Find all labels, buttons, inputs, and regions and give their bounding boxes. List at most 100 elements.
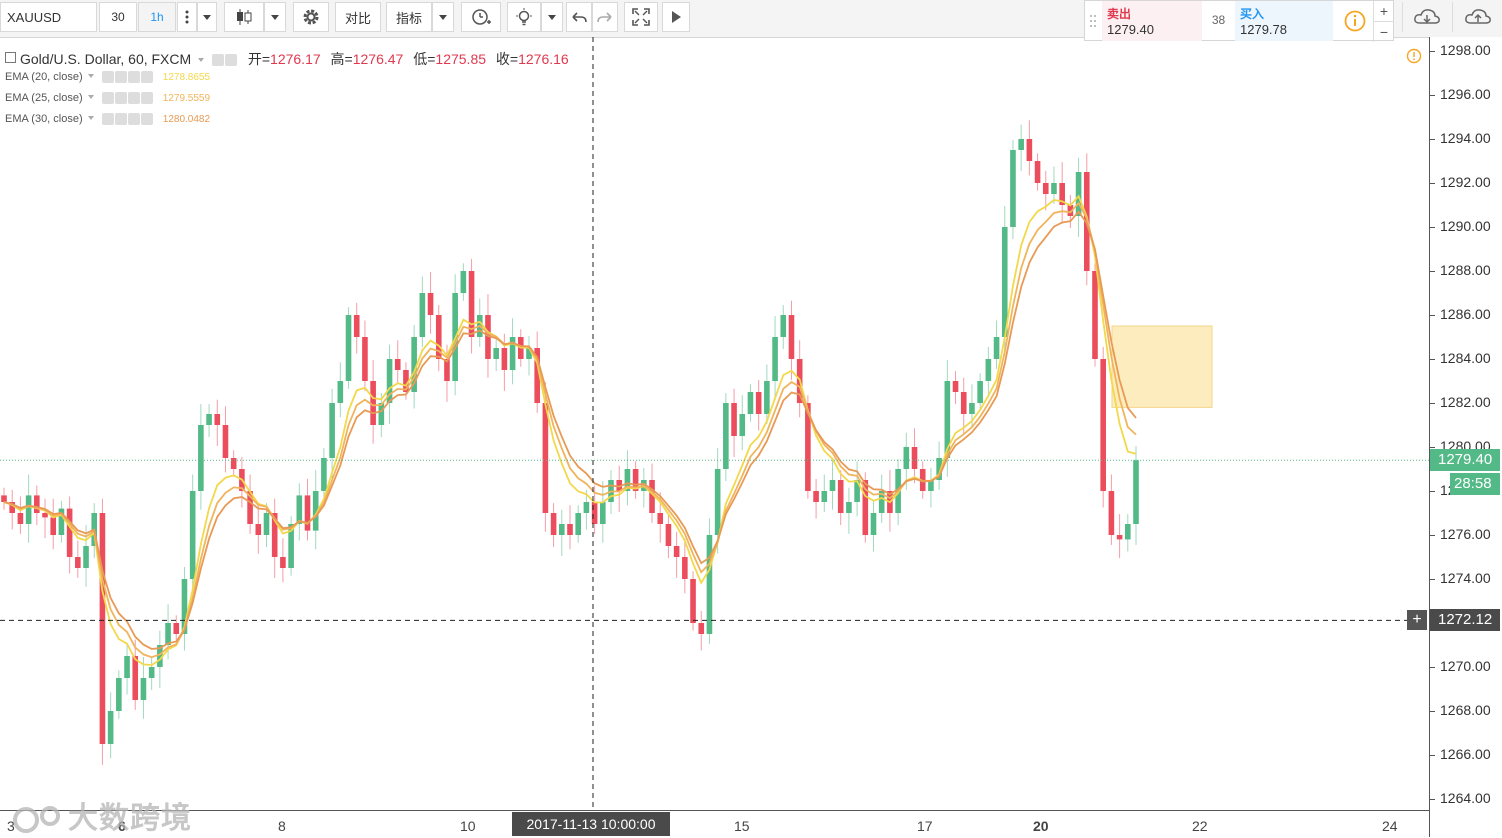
candle-body: [214, 414, 221, 425]
watermark: 大数跨境: [10, 793, 192, 838]
close-icon[interactable]: [140, 113, 153, 126]
candle-body: [739, 414, 746, 436]
replay-button[interactable]: [662, 2, 690, 32]
open-label: 开=: [247, 51, 271, 67]
candle-body: [952, 381, 959, 392]
indicator-value: 1279.5559: [162, 93, 211, 104]
candle-body: [66, 508, 73, 557]
gear-icon: [303, 9, 319, 25]
cloud-load-button[interactable]: [1402, 2, 1450, 32]
trade-panel: 卖出 1279.40 38 买入 1279.78 + −: [1084, 0, 1394, 42]
chevron-down-icon: [203, 14, 211, 20]
interval-input[interactable]: 30: [99, 2, 137, 32]
gear-icon[interactable]: [114, 71, 127, 84]
watermark-text: 大数跨境: [68, 801, 192, 836]
warning-icon[interactable]: [1406, 48, 1422, 64]
candle-body: [17, 513, 24, 524]
candle-body: [132, 656, 139, 700]
candle-body: [837, 480, 844, 513]
play-icon: [672, 11, 681, 23]
candle-body: [583, 502, 590, 513]
settings-button[interactable]: [293, 2, 329, 32]
chart-style-button[interactable]: [224, 2, 264, 32]
interval-dropdown-button[interactable]: [197, 2, 217, 32]
candle-body: [1034, 161, 1041, 183]
highlight-zone[interactable]: [1111, 325, 1213, 408]
sell-button[interactable]: 卖出 1279.40: [1102, 1, 1202, 41]
price-tick-label: 1292.00: [1440, 174, 1491, 190]
redo-button[interactable]: [592, 2, 618, 32]
eye-icon[interactable]: [101, 113, 114, 126]
indicators-button[interactable]: 指标: [386, 2, 432, 32]
candle-body: [698, 623, 705, 634]
price-tick-label: 1284.00: [1440, 350, 1491, 366]
drag-handle-icon[interactable]: [1089, 14, 1097, 28]
info-icon[interactable]: [1344, 10, 1366, 32]
price-tick-label: 1296.00: [1440, 86, 1491, 102]
chevron-down-icon[interactable]: [87, 74, 94, 78]
indicators-dropdown-button[interactable]: [432, 2, 454, 32]
candle-body: [206, 414, 212, 425]
chart-style-dropdown-button[interactable]: [264, 2, 286, 32]
candle-body: [706, 535, 713, 634]
gear-icon[interactable]: [114, 92, 127, 105]
candle-body: [575, 513, 582, 535]
indicator-legend-ema25[interactable]: EMA (25, close) 1279.5559: [5, 92, 211, 105]
collapse-legend-icon[interactable]: [5, 52, 16, 63]
eye-icon[interactable]: [101, 71, 114, 84]
candle-body: [600, 502, 606, 524]
eye-icon[interactable]: [211, 54, 224, 67]
indicator-name: EMA (25, close): [5, 92, 83, 104]
quantity-plus-button[interactable]: +: [1373, 1, 1394, 21]
time-scale[interactable]: 3 6 8 10 15 17 20 22 24: [0, 810, 1429, 838]
price-chart[interactable]: [0, 37, 1429, 810]
candle-body: [829, 480, 836, 491]
close-label: 收=: [495, 51, 519, 67]
add-order-button[interactable]: +: [1407, 610, 1427, 630]
buy-button[interactable]: 买入 1279.78: [1235, 1, 1333, 41]
candle-body: [337, 381, 344, 403]
chevron-down-icon[interactable]: [87, 116, 94, 120]
price-tick-label: 1294.00: [1440, 130, 1491, 146]
close-icon[interactable]: [140, 71, 153, 84]
candle-body: [1100, 359, 1106, 491]
candle-body: [1075, 172, 1082, 216]
candle-body: [198, 425, 204, 491]
close-icon[interactable]: [140, 92, 153, 105]
compare-button[interactable]: 对比: [335, 2, 381, 32]
fullscreen-button[interactable]: [624, 2, 658, 32]
alert-button[interactable]: [461, 2, 501, 32]
symbol-input[interactable]: XAUUSD: [0, 2, 97, 32]
crosshair-price-badge: 1272.12: [1430, 609, 1500, 631]
plus-icon[interactable]: [127, 92, 140, 105]
chart-toolbar: XAUUSD 30 1h 对比 指标 卖出 1279.40 38 买入 1279…: [0, 0, 1502, 42]
price-tick-mark: [1430, 755, 1435, 756]
more-vert-icon[interactable]: [177, 2, 197, 32]
plus-icon[interactable]: [127, 71, 140, 84]
indicator-value: 1278.8655: [162, 72, 211, 83]
candle-body: [821, 491, 828, 502]
indicator-legend-ema20[interactable]: EMA (20, close) 1278.8655: [5, 71, 211, 84]
price-tick-mark: [1430, 579, 1435, 580]
candle-body: [468, 271, 475, 337]
indicator-legend-ema30[interactable]: EMA (30, close) 1280.0482: [5, 113, 210, 126]
chevron-down-icon[interactable]: [198, 58, 205, 62]
eye-icon[interactable]: [101, 92, 114, 105]
plus-icon[interactable]: [127, 113, 140, 126]
price-tick-label: 1268.00: [1440, 702, 1491, 718]
candle-body: [460, 271, 467, 293]
price-tick-mark: [1430, 491, 1435, 492]
ideas-dropdown-button[interactable]: [541, 2, 563, 32]
candle-body: [969, 403, 975, 414]
cloud-save-button[interactable]: [1452, 2, 1502, 32]
ideas-button[interactable]: [507, 2, 541, 32]
resolution-button[interactable]: 1h: [138, 2, 176, 32]
chevron-down-icon[interactable]: [87, 95, 94, 99]
undo-button[interactable]: [566, 2, 592, 32]
price-tick-mark: [1430, 95, 1435, 96]
candle-body: [764, 381, 770, 414]
gear-icon[interactable]: [224, 54, 237, 67]
price-scale[interactable]: 1298.00 1296.00 1294.00 1292.00 1290.00 1288.…: [1429, 37, 1502, 837]
time-tick-label: 20: [1033, 818, 1049, 834]
gear-icon[interactable]: [114, 113, 127, 126]
